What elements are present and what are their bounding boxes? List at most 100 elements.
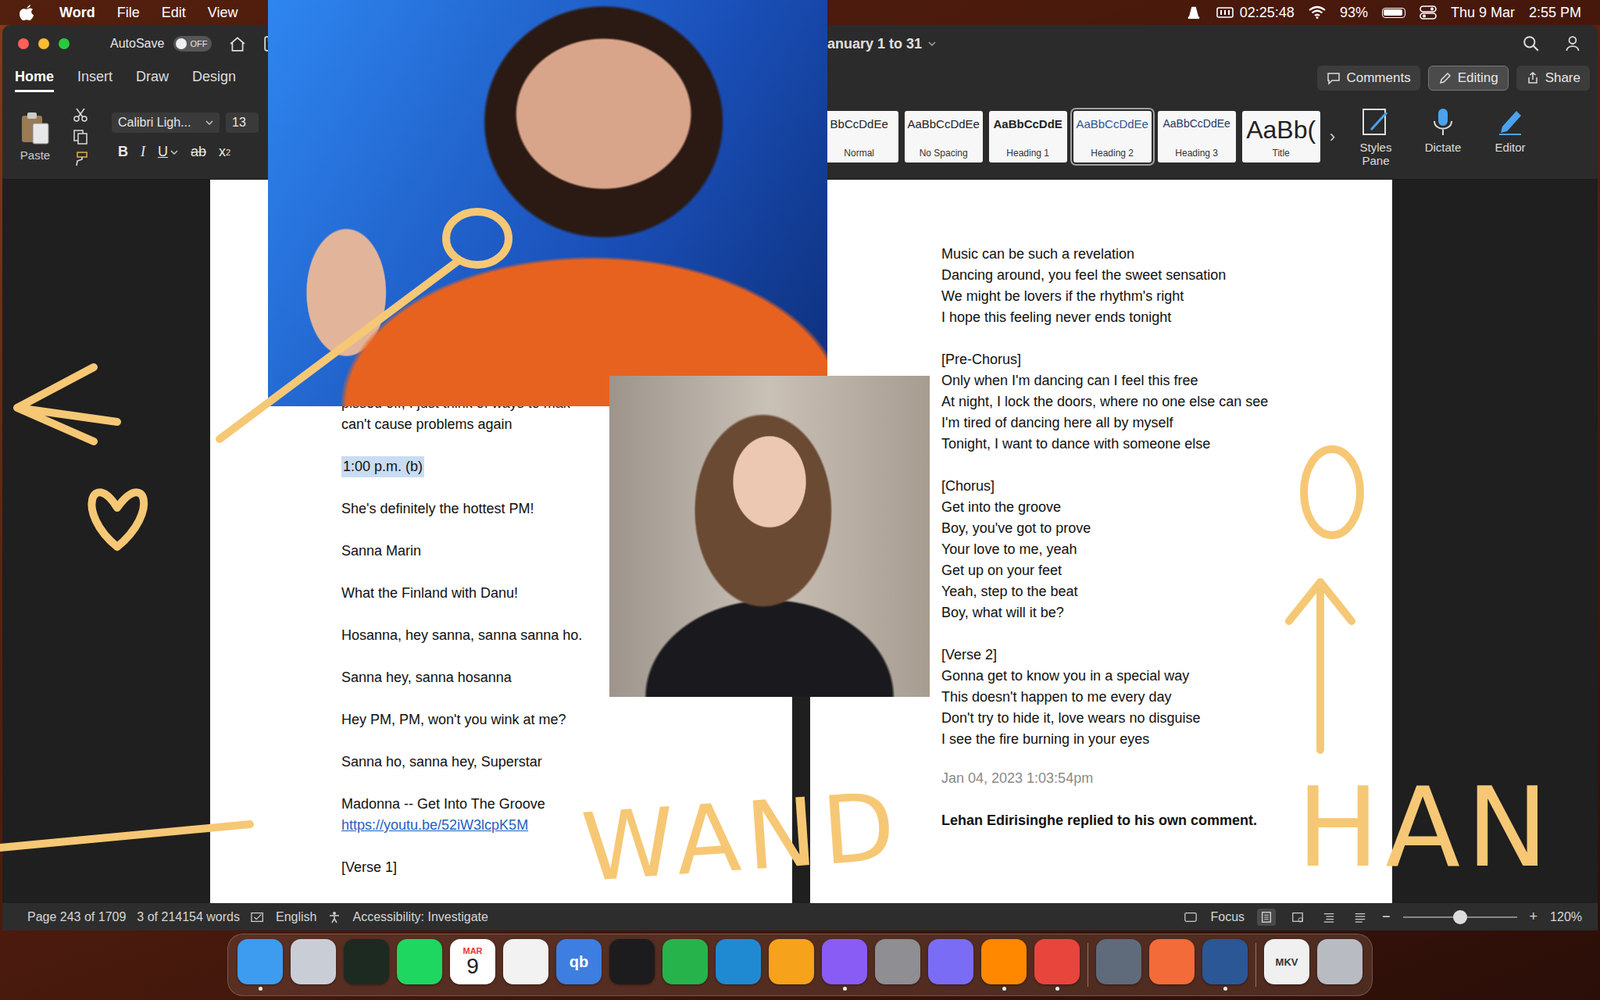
- zoom-button[interactable]: [58, 38, 70, 50]
- close-button[interactable]: [17, 38, 29, 50]
- scissors-icon[interactable]: [72, 107, 89, 123]
- ribbon-tab[interactable]: Draw: [135, 64, 169, 93]
- dock-item[interactable]: [821, 939, 868, 991]
- ribbon-tools: Styles Pane Dictate Editor: [1352, 106, 1589, 168]
- style-item[interactable]: AaBb(Title: [1242, 110, 1321, 163]
- dock-item[interactable]: [1034, 939, 1080, 991]
- clock-time[interactable]: 2:55 PM: [1528, 4, 1582, 22]
- search-icon[interactable]: [1522, 35, 1540, 53]
- tab-button[interactable]: Comments: [1317, 65, 1420, 91]
- style-item[interactable]: AaBbCcDdEeNo Spacing: [904, 110, 983, 163]
- battery-icon[interactable]: [1382, 7, 1406, 18]
- style-item[interactable]: AaBbCcDdEHeading 1: [989, 110, 1068, 163]
- document-title[interactable]: anuary 1 to 31: [827, 35, 936, 53]
- focus-button[interactable]: Focus: [1210, 910, 1245, 925]
- autosave-toggle[interactable]: OFF: [173, 35, 212, 52]
- text-line: Sanna ho, sanna hey, Superstar: [341, 751, 793, 773]
- word-count[interactable]: 3 of 214154 words: [136, 910, 240, 925]
- ribbon-tab[interactable]: Insert: [77, 64, 113, 93]
- dock-item[interactable]: [875, 939, 921, 991]
- app-icon: [1096, 939, 1142, 985]
- vlc-icon[interactable]: [1185, 5, 1203, 20]
- clipboard-icon: [19, 110, 51, 146]
- zoom-level[interactable]: 120%: [1550, 910, 1583, 925]
- dock-item[interactable]: MKV: [1264, 939, 1310, 991]
- format-button[interactable]: x2: [218, 143, 231, 161]
- dock-item[interactable]: [290, 939, 336, 991]
- dock-item[interactable]: [1202, 939, 1248, 991]
- ribbon-tab[interactable]: Home: [14, 64, 54, 93]
- page-count[interactable]: Page 243 of 1709: [27, 910, 126, 925]
- dock-item[interactable]: [1317, 939, 1363, 991]
- wifi-icon[interactable]: [1308, 5, 1326, 20]
- account-icon[interactable]: [1564, 35, 1583, 53]
- format-button[interactable]: B: [117, 143, 129, 161]
- style-item[interactable]: AaBbCcDdEeHeading 3: [1157, 110, 1236, 163]
- dock-item[interactable]: [396, 939, 443, 991]
- format-button[interactable]: ab: [190, 143, 207, 161]
- ribbon-tool[interactable]: Editor: [1486, 106, 1534, 168]
- ribbon-tool[interactable]: Styles Pane: [1352, 106, 1400, 168]
- dock-item[interactable]: [768, 939, 815, 991]
- accessibility-icon[interactable]: [327, 910, 342, 924]
- timer[interactable]: 02:25:48: [1216, 4, 1295, 22]
- dock-item[interactable]: [715, 939, 761, 991]
- dock-item[interactable]: [503, 939, 549, 991]
- menu-item[interactable]: Edit: [161, 4, 186, 22]
- dock-item[interactable]: [662, 939, 708, 991]
- zoom-in-button[interactable]: +: [1529, 908, 1539, 925]
- view-button[interactable]: [1319, 908, 1339, 926]
- minimize-button[interactable]: [38, 38, 50, 50]
- font-family-select[interactable]: Calibri Ligh...: [111, 112, 220, 133]
- format-painter-icon[interactable]: [72, 150, 89, 167]
- copy-icon[interactable]: [72, 128, 89, 145]
- tab-button[interactable]: Editing: [1428, 65, 1509, 91]
- dock-item[interactable]: [343, 939, 390, 991]
- dock-item[interactable]: qb: [556, 939, 602, 991]
- menu-item[interactable]: File: [117, 4, 140, 22]
- dock-item[interactable]: [609, 939, 655, 991]
- apple-icon[interactable]: [18, 3, 35, 22]
- status-bar: Page 243 of 1709 3 of 214154 words English…: [2, 903, 1598, 931]
- format-button[interactable]: I: [140, 143, 146, 161]
- zoom-out-button[interactable]: −: [1382, 908, 1391, 925]
- dock-item[interactable]: [1096, 939, 1142, 991]
- style-item[interactable]: AaBbCcDdEeHeading 2: [1073, 110, 1152, 163]
- running-dot: [949, 986, 954, 991]
- ribbon-tool[interactable]: Dictate: [1419, 106, 1467, 168]
- style-item[interactable]: BbCcDdEeNormal: [820, 110, 899, 163]
- photo[interactable]: [609, 375, 930, 697]
- running-dot: [896, 986, 900, 991]
- styles-more-button[interactable]: ›: [1326, 126, 1339, 147]
- style-sample: AaBbCcDdEe: [907, 117, 980, 131]
- dock-item[interactable]: [237, 939, 283, 991]
- focus-icon[interactable]: [1183, 910, 1198, 924]
- format-row: BIUab x2: [111, 143, 259, 161]
- format-button[interactable]: U: [157, 143, 179, 161]
- proofing-icon[interactable]: [250, 910, 265, 924]
- paste-button[interactable]: Paste: [11, 110, 59, 162]
- timer-icon: [1216, 5, 1234, 20]
- control-center-icon[interactable]: [1419, 5, 1437, 20]
- view-button[interactable]: [1350, 908, 1370, 926]
- zoom-thumb[interactable]: [1453, 910, 1468, 925]
- ribbon-tab[interactable]: Design: [192, 64, 236, 93]
- running-dot: [630, 986, 635, 991]
- language[interactable]: English: [275, 910, 317, 925]
- menu-item[interactable]: View: [207, 4, 239, 22]
- dock-item[interactable]: [928, 939, 974, 991]
- dock-item[interactable]: [981, 939, 1027, 991]
- zoom-slider[interactable]: [1403, 916, 1518, 918]
- dock-item[interactable]: MAR9: [450, 939, 496, 991]
- photo[interactable]: [267, 0, 828, 407]
- font-size-field[interactable]: 13: [225, 112, 259, 133]
- menu-app[interactable]: Word: [59, 4, 96, 22]
- font-family-value: Calibri Ligh...: [117, 115, 191, 130]
- tab-button[interactable]: Share: [1516, 65, 1590, 91]
- view-button[interactable]: [1257, 908, 1276, 926]
- dock-item[interactable]: [1149, 939, 1195, 991]
- clock-date[interactable]: Thu 9 Mar: [1450, 4, 1515, 22]
- view-button[interactable]: [1288, 908, 1308, 926]
- accessibility-status[interactable]: Accessibility: Investigate: [352, 910, 488, 925]
- home-icon[interactable]: [228, 35, 247, 53]
